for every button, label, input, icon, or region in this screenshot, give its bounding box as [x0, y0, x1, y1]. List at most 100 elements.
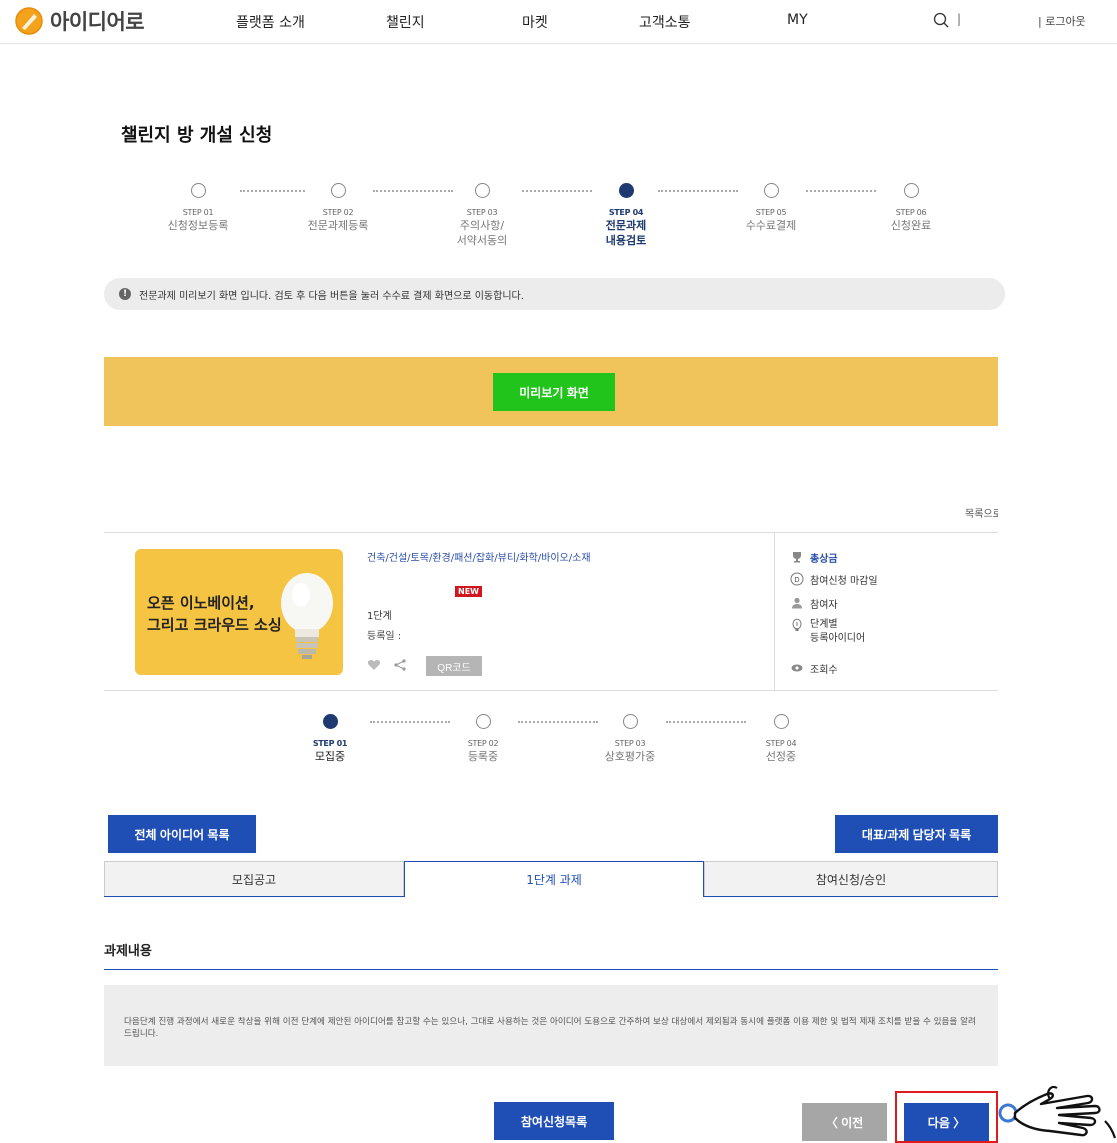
nav-market[interactable]: 마켓: [522, 12, 548, 32]
stage-ideas-label: 단계별 등록아이디어: [810, 619, 866, 644]
progress-step-1: STEP 01 모집중: [275, 714, 385, 764]
apply-step-2: STEP 02 전문과제등록: [283, 183, 393, 233]
application-deadline: D 참여신청 마감일: [790, 572, 878, 587]
step-dot: [322, 714, 338, 729]
stage-ideas: 단계별 등록아이디어: [790, 618, 865, 646]
nav-platform-intro[interactable]: 플랫폼 소개: [236, 12, 305, 32]
tab-underline: [104, 896, 404, 897]
notice-text: 전문과제 미리보기 화면 입니다. 검토 후 다음 버튼을 눌러 수수료 결제 …: [139, 290, 524, 302]
managers-list-button[interactable]: 대표/과제 담당자 목록: [835, 815, 998, 853]
step-dot: [190, 183, 206, 198]
logo-text: 아이디어로: [50, 10, 145, 34]
step-dot: [903, 183, 919, 198]
apply-step-3: STEP 03 주의사항/ 서약서동의: [427, 183, 537, 249]
apply-step-1: STEP 01 신청정보등록: [143, 183, 253, 233]
nav-customer[interactable]: 고객소통: [639, 12, 691, 32]
preview-screen-button[interactable]: 미리보기 화면: [493, 373, 615, 411]
apply-step-6: STEP 06 신청완료: [856, 183, 966, 233]
deadline-label: 참여신청 마감일: [810, 576, 878, 587]
step-name: 주의사항/ 서약서동의: [456, 219, 508, 248]
pointing-hand-icon: [998, 1085, 1117, 1139]
step-dot: [475, 714, 491, 729]
step-dot: [618, 183, 634, 198]
step-number: STEP 06: [895, 208, 927, 217]
step-name: 선정중: [765, 750, 797, 763]
tab-underline: [704, 896, 998, 897]
search-icon[interactable]: [932, 11, 950, 29]
step-number: STEP 02: [322, 208, 354, 217]
challenge-category[interactable]: 건축/건설/토목/환경/패션/잡화/뷰티/화학/바이오/소재: [367, 549, 591, 564]
step-number: STEP 05: [755, 208, 787, 217]
eye-icon: [791, 664, 803, 672]
nav-my[interactable]: MY: [787, 12, 808, 28]
thumbnail-line-1: 오픈 이노베이션,: [147, 594, 255, 612]
card-divider-bottom: [104, 690, 998, 691]
apply-step-5: STEP 05 수수료결제: [716, 183, 826, 233]
step-dot: [622, 714, 638, 729]
next-button[interactable]: 다음 〉: [904, 1103, 989, 1141]
card-divider-vertical: [774, 533, 775, 690]
step-name: 신청완료: [890, 219, 932, 232]
step-name: 전문과제 내용검토: [605, 219, 647, 248]
tab-participation-approval[interactable]: 참여신청/승인: [704, 861, 998, 897]
step-dot: [330, 183, 346, 198]
heart-icon[interactable]: [367, 658, 381, 672]
total-prize: 총상금: [790, 550, 838, 565]
apply-step-4: STEP 04 전문과제 내용검토: [571, 183, 681, 249]
step-number: STEP 01: [182, 208, 214, 217]
step-number: STEP 03: [614, 739, 646, 748]
challenge-thumbnail[interactable]: 오픈 이노베이션, 그리고 크라우드 소싱: [135, 549, 343, 675]
thumbnail-line-2: 그리고 크라우드 소싱: [147, 615, 282, 634]
step-name: 신청정보등록: [167, 219, 229, 232]
step-dot: [474, 183, 490, 198]
tab-stage1-task[interactable]: 1단계 과제: [404, 861, 704, 897]
prev-button[interactable]: 〈 이전: [802, 1103, 887, 1141]
logout-link[interactable]: | 로그아웃: [1038, 13, 1086, 29]
step-name: 상호평가중: [604, 750, 656, 763]
participants: 참여자: [790, 596, 838, 611]
view-count-label: 조회수: [810, 665, 838, 676]
top-header: 아이디어로 플랫폼 소개 챌린지 마켓 고객소통 MY | | 로그아웃: [0, 0, 1117, 44]
lightbulb-icon: [281, 573, 333, 659]
preview-notice: ! 전문과제 미리보기 화면 입니다. 검토 후 다음 버튼을 눌러 수수료 결…: [104, 278, 1005, 310]
qr-code-button[interactable]: QR코드: [426, 656, 482, 676]
progress-step-2: STEP 02 등록중: [428, 714, 538, 764]
progress-step-4: STEP 04 선정중: [726, 714, 836, 764]
deadline-d-icon: D: [790, 572, 804, 586]
section-title: 과제내용: [104, 944, 152, 959]
card-divider-top: [104, 532, 998, 533]
deadline-icon-letter: D: [794, 576, 799, 584]
registration-date: 등록일 :: [367, 631, 402, 642]
logo-mark-icon: [15, 7, 43, 35]
task-content-box: 다음단계 진행 과정에서 새로운 착상을 위해 이전 단계에 제안된 아이디어를…: [104, 985, 998, 1066]
nav-challenge[interactable]: 챌린지: [386, 12, 425, 32]
step-number: STEP 02: [467, 739, 499, 748]
step-name: 전문과제등록: [307, 219, 369, 232]
step-name: 모집중: [314, 750, 346, 763]
page-title: 챌린지 방 개설 신청: [121, 125, 273, 146]
step-number: STEP 01: [312, 739, 348, 748]
step-name: 수수료결제: [745, 219, 797, 232]
back-to-list-link[interactable]: 목록으로: [965, 505, 998, 520]
step-number: STEP 04: [765, 739, 797, 748]
step-name: 등록중: [467, 750, 499, 763]
progress-step-3: STEP 03 상호평가중: [575, 714, 685, 764]
step-dot: [763, 183, 779, 198]
new-badge: NEW: [455, 586, 482, 597]
person-icon: [792, 597, 802, 609]
site-logo[interactable]: 아이디어로: [14, 6, 145, 36]
total-prize-label: 총상금: [810, 554, 838, 565]
share-icon[interactable]: [393, 658, 407, 672]
header-separator: |: [957, 12, 962, 26]
thumbnail-caption: 오픈 이노베이션, 그리고 크라우드 소싱: [147, 593, 282, 637]
lightbulb-outline-icon: [792, 618, 802, 631]
warning-text: 다음단계 진행 과정에서 새로운 착상을 위해 이전 단계에 제안된 아이디어를…: [124, 1017, 976, 1039]
section-divider: [104, 969, 998, 970]
tab-recruitment-notice[interactable]: 모집공고: [104, 861, 404, 897]
participants-label: 참여자: [810, 600, 838, 611]
all-ideas-list-button[interactable]: 전체 아이디어 목록: [108, 815, 256, 853]
trophy-icon: [793, 552, 801, 563]
participation-list-button[interactable]: 참여신청목록: [494, 1102, 614, 1140]
challenge-stage: 1단계: [367, 611, 392, 622]
step-dot: [773, 714, 789, 729]
